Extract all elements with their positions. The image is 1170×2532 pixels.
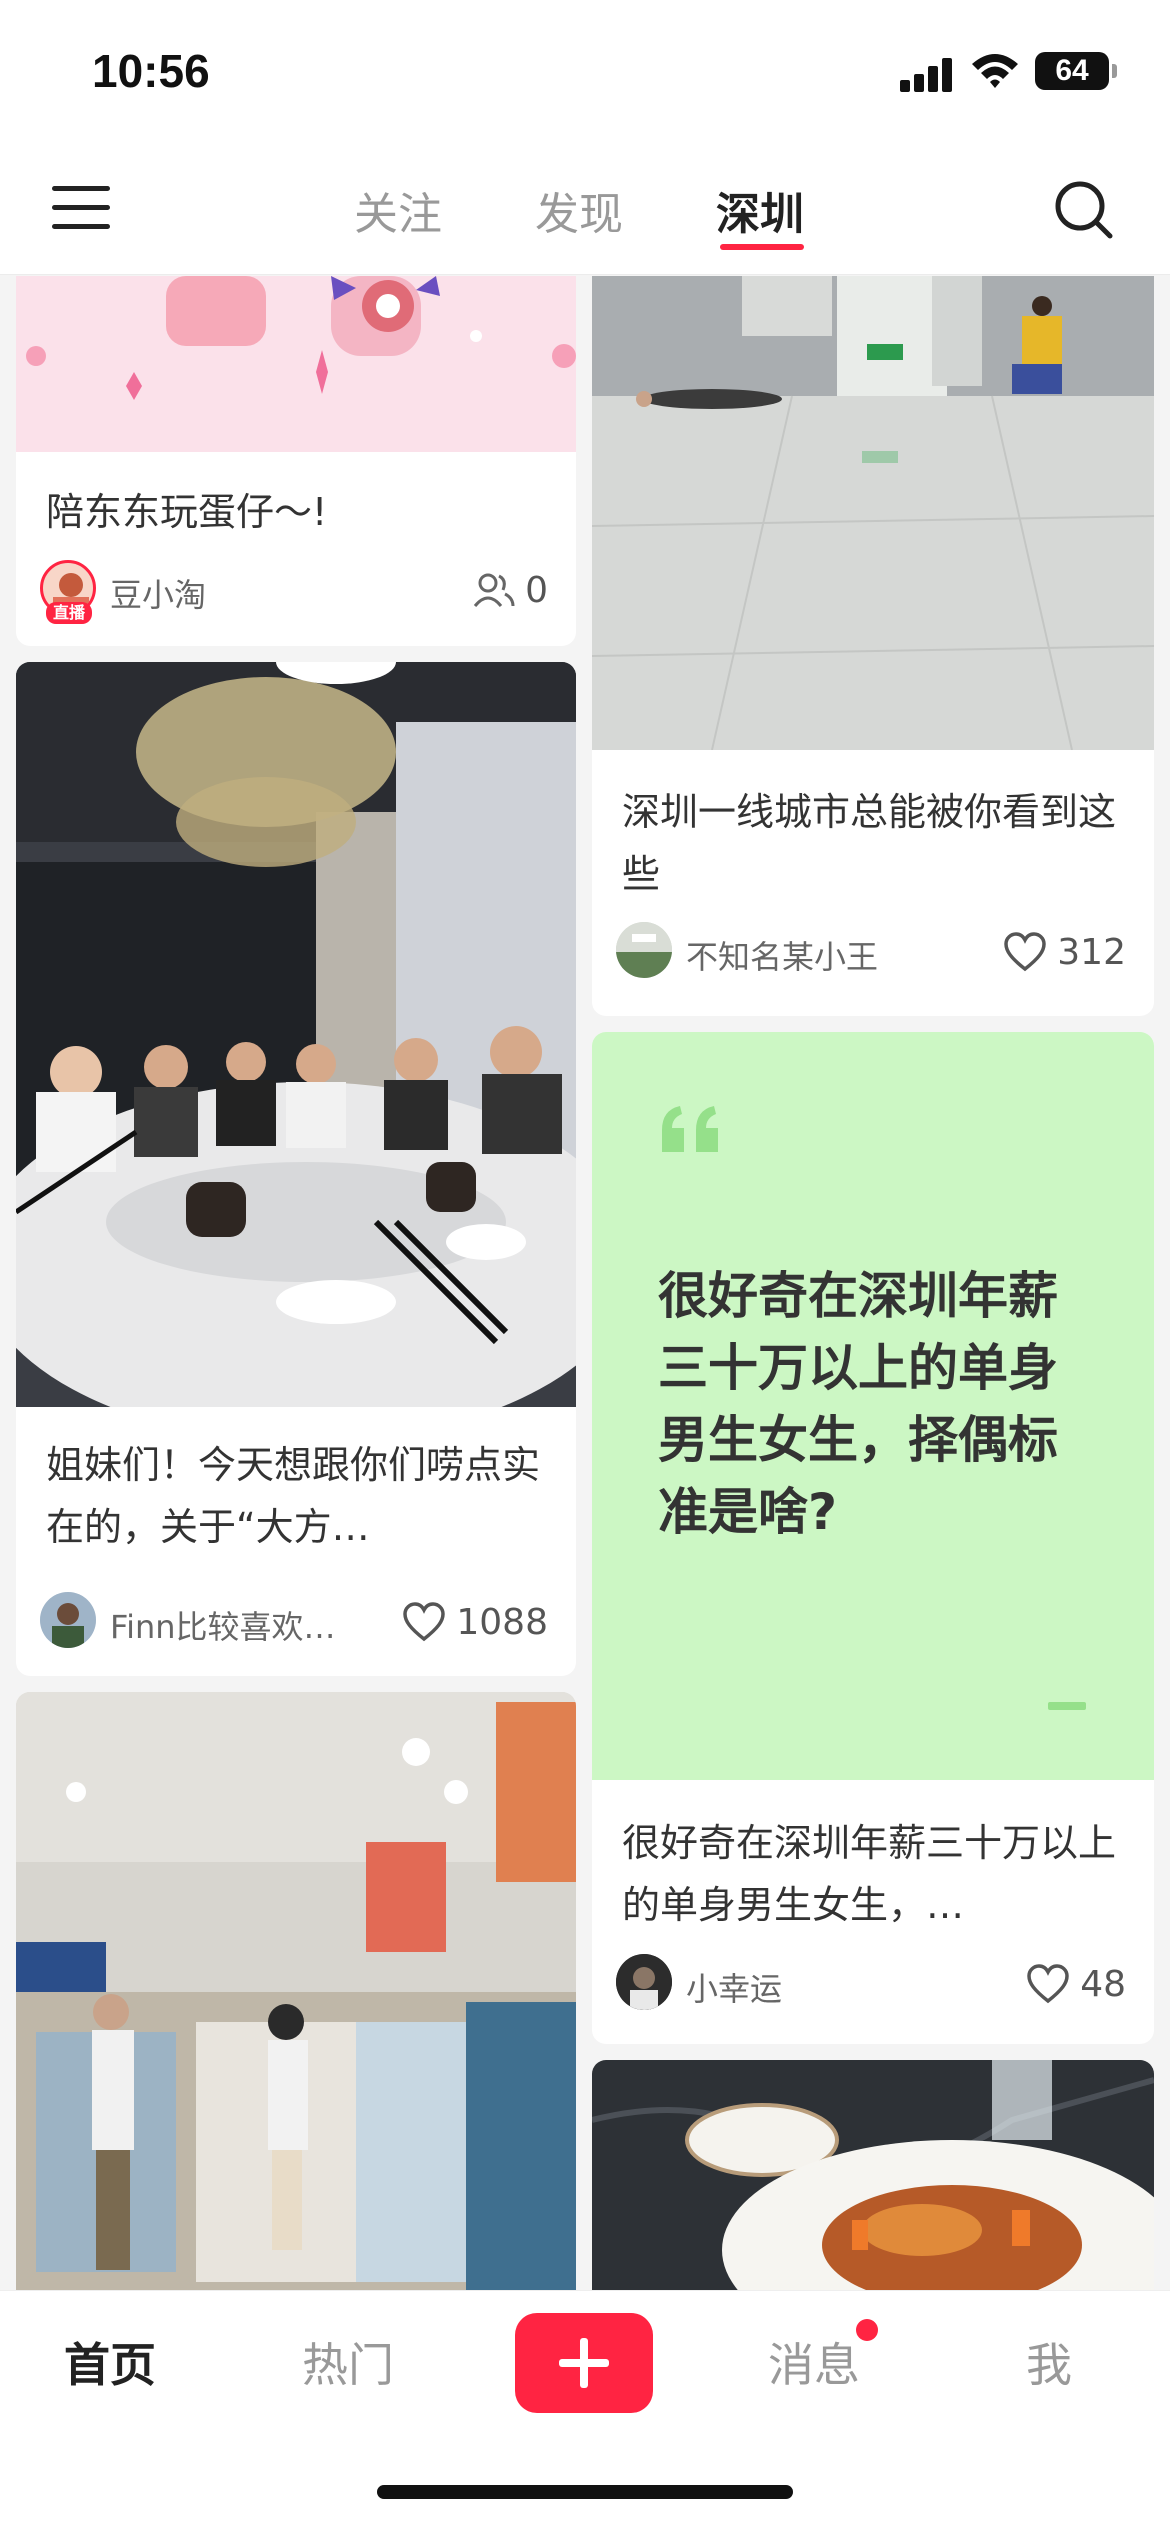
card-cover-image [16, 662, 576, 1407]
search-icon[interactable] [1052, 178, 1116, 242]
tab-discover[interactable]: 发现 [535, 178, 623, 242]
top-header: 关注 发现 深圳 [0, 150, 1170, 275]
author-name[interactable]: Finn比较喜欢… [110, 1602, 336, 1648]
quote-mark-icon [662, 1106, 718, 1152]
status-bar: 10:56 64 [0, 0, 1170, 150]
feed-card[interactable]: 姐妹们！今天想跟你们唠点实在的，关于“大方… Finn比较喜欢… 1088 [16, 662, 576, 1676]
feed-card[interactable] [16, 1692, 576, 2290]
cellular-signal-icon [900, 56, 956, 92]
menu-icon[interactable] [52, 182, 110, 234]
avatar[interactable] [40, 1592, 96, 1648]
tab-following[interactable]: 关注 [354, 178, 442, 242]
feed-card[interactable]: 深圳一线城市总能被你看到这些 不知名某小王 312 [592, 276, 1154, 1016]
feed-card-quote[interactable]: 很好奇在深圳年薪三十万以上的单身男生女生，择偶标准是啥? 很好奇在深圳年薪三十万… [592, 1032, 1154, 2044]
card-title: 深圳一线城市总能被你看到这些 [622, 790, 1117, 896]
publish-button[interactable] [515, 2313, 653, 2413]
feed-card-live[interactable]: 陪东东玩蛋仔～! 直播 豆小淘 0 [16, 276, 576, 646]
card-title: 姐妹们！今天想跟你们唠点实在的，关于“大方… [46, 1443, 541, 1549]
card-meta: 小幸运 48 [616, 1954, 1126, 2014]
card-title: 很好奇在深圳年薪三十万以上的单身男生女生，… [622, 1821, 1117, 1927]
avatar[interactable] [616, 1954, 672, 2010]
card-cover-image [592, 276, 1154, 750]
like-count[interactable]: 48 [1026, 1960, 1126, 2008]
nav-hot[interactable]: 热门 [302, 2329, 394, 2395]
notification-dot [856, 2319, 878, 2341]
viewer-count: 0 [473, 566, 548, 614]
tab-shenzhen[interactable]: 深圳 [716, 178, 804, 242]
quote-text: 很好奇在深圳年薪三十万以上的单身男生女生，择偶标准是啥? [658, 1267, 1058, 1541]
home-indicator[interactable] [377, 2485, 793, 2499]
viewers-icon [473, 573, 515, 607]
live-badge: 直播 [46, 602, 92, 624]
battery-indicator: 64 [1035, 52, 1117, 90]
nav-me[interactable]: 我 [1026, 2329, 1072, 2395]
heart-icon[interactable] [402, 1602, 446, 1642]
heart-icon[interactable] [1003, 932, 1047, 972]
wifi-icon [972, 54, 1018, 88]
card-cover-image [592, 2060, 1154, 2290]
card-cover-image [16, 276, 576, 452]
nav-messages[interactable]: 消息 [768, 2329, 860, 2395]
like-count[interactable]: 1088 [402, 1598, 548, 1646]
quote-dash [1048, 1702, 1086, 1710]
card-meta: 不知名某小王 312 [616, 922, 1126, 982]
avatar[interactable] [616, 922, 672, 978]
heart-icon[interactable] [1026, 1964, 1070, 2004]
author-name[interactable]: 小幸运 [686, 1964, 782, 2010]
active-tab-indicator [720, 244, 804, 250]
card-meta: 直播 豆小淘 0 [40, 560, 548, 624]
like-count[interactable]: 312 [1003, 928, 1126, 976]
author-name[interactable]: 豆小淘 [110, 570, 206, 616]
quote-cover: 很好奇在深圳年薪三十万以上的单身男生女生，择偶标准是啥? [592, 1032, 1154, 1780]
status-time: 10:56 [92, 45, 210, 97]
card-title: 陪东东玩蛋仔～! [46, 490, 328, 534]
feed-card[interactable] [592, 2060, 1154, 2290]
card-meta: Finn比较喜欢… 1088 [40, 1592, 548, 1652]
nav-home[interactable]: 首页 [64, 2329, 156, 2395]
author-name[interactable]: 不知名某小王 [686, 932, 878, 978]
card-cover-image [16, 1692, 576, 2290]
